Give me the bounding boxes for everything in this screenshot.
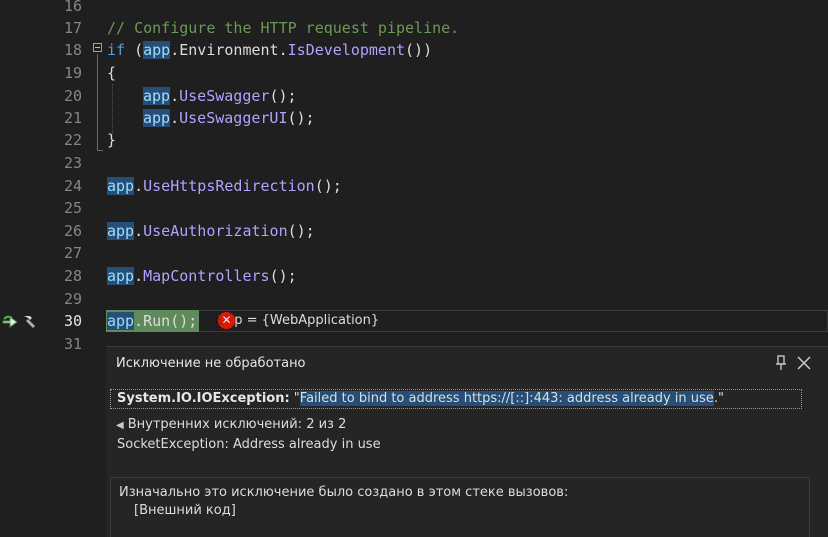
exception-popup: Исключение не обработано System.IO.IOExc… — [106, 346, 828, 537]
code-punct: ( — [125, 41, 144, 59]
code-variable-app: app — [107, 177, 135, 195]
close-icon[interactable] — [796, 355, 812, 371]
line-number: 21 — [63, 109, 82, 127]
code-punct: (); — [314, 177, 342, 195]
indent-guide — [112, 84, 113, 134]
line-number: 28 — [63, 267, 82, 285]
line-number: 24 — [63, 177, 82, 195]
exception-popup-title: Исключение не обработано — [116, 356, 306, 371]
exception-quote-open: " — [289, 391, 300, 406]
code-keyword: if — [107, 41, 126, 59]
code-line-use-swagger-ui[interactable]: app.UseSwaggerUI(); — [143, 107, 315, 129]
line-number: 17 — [63, 19, 82, 37]
code-variable-app: app — [107, 222, 135, 240]
inner-exception-text: SocketException: Address already in use — [117, 437, 381, 452]
code-punct: (); — [170, 312, 198, 330]
fold-guide-end — [97, 150, 103, 151]
code-variable-app: app — [143, 41, 171, 59]
line-number: 31 — [63, 335, 82, 353]
code-method: MapControllers — [143, 267, 270, 285]
exception-message: Failed to bind to address https://[::]:4… — [299, 391, 714, 406]
code-punct: ()) — [405, 41, 433, 59]
pin-icon[interactable] — [774, 355, 788, 371]
code-property: Environment — [179, 41, 279, 59]
line-number: 20 — [63, 87, 82, 105]
call-stack-title: Изначально это исключение было создано в… — [119, 485, 569, 500]
code-punct: (); — [269, 87, 297, 105]
code-line-brace-close[interactable]: } — [107, 129, 116, 151]
code-punct: (); — [287, 109, 315, 127]
code-punct: (); — [287, 222, 315, 240]
error-icon[interactable]: ✕ — [218, 312, 235, 329]
hammer-icon — [24, 316, 35, 328]
code-punct: . — [278, 41, 288, 59]
code-punct: . — [134, 312, 144, 330]
code-method: Run — [143, 312, 171, 330]
line-number: 19 — [63, 64, 82, 82]
call-stack-box: Изначально это исключение было создано в… — [110, 477, 810, 537]
inner-exceptions-nav[interactable]: ◀ Внутренних исключений: 2 из 2 — [116, 417, 346, 432]
current-line-highlight — [106, 310, 828, 332]
exception-quote-close: ." — [713, 391, 724, 406]
code-variable-app: app — [107, 267, 135, 285]
fold-guide — [97, 54, 98, 150]
code-punct: (); — [269, 267, 297, 285]
inner-exceptions-count: Внутренних исключений: 2 из 2 — [127, 417, 347, 432]
code-line-authorization[interactable]: app.UseAuthorization(); — [107, 220, 315, 242]
exception-message-box[interactable]: System.IO.IOException: "Failed to bind t… — [110, 389, 802, 409]
code-variable-app: app — [143, 109, 171, 127]
code-line-use-swagger[interactable]: app.UseSwagger(); — [143, 85, 297, 107]
line-number: 29 — [63, 290, 82, 308]
collapse-region-button[interactable] — [93, 43, 102, 52]
line-number: 23 — [63, 154, 82, 172]
code-line-if[interactable]: if (app.Environment.IsDevelopment()) — [107, 39, 432, 61]
code-variable-app: app — [143, 87, 171, 105]
code-punct: . — [134, 177, 144, 195]
code-line-comment[interactable]: // Configure the HTTP request pipeline. — [107, 17, 459, 39]
line-number: 18 — [63, 41, 82, 59]
exception-type: System.IO.IOException: — [117, 391, 290, 406]
code-variable-app: app — [107, 312, 135, 330]
triangle-left-icon[interactable]: ◀ — [116, 420, 124, 431]
gutter-marker — [2, 312, 38, 330]
line-number: 22 — [63, 131, 82, 149]
code-punct: . — [134, 222, 144, 240]
code-punct: . — [134, 267, 144, 285]
code-line-run[interactable]: app.Run(); — [107, 310, 197, 332]
code-method: UseHttpsRedirection — [143, 177, 315, 195]
datatip[interactable]: app = {WebApplication} — [218, 312, 379, 330]
code-line-brace-open[interactable]: { — [107, 62, 116, 84]
code-line-https-redirection[interactable]: app.UseHttpsRedirection(); — [107, 175, 342, 197]
code-method: IsDevelopment — [287, 41, 406, 59]
call-stack-item[interactable]: [Внешний код] — [134, 503, 236, 518]
code-editor[interactable]: 16 17 18 19 20 21 22 23 24 25 26 27 28 2… — [0, 0, 828, 537]
code-method: UseAuthorization — [143, 222, 288, 240]
code-punct: . — [170, 41, 180, 59]
line-number: 25 — [63, 199, 82, 217]
code-punct: . — [170, 109, 180, 127]
code-method: UseSwaggerUI — [179, 109, 288, 127]
line-number: 27 — [63, 244, 82, 262]
code-method: UseSwagger — [179, 87, 270, 105]
code-line-map-controllers[interactable]: app.MapControllers(); — [107, 265, 297, 287]
code-punct: . — [170, 87, 180, 105]
line-number-current: 30 — [63, 312, 82, 330]
line-number: 26 — [63, 222, 82, 240]
next-statement-arrow-icon — [2, 315, 18, 328]
line-number: 16 — [63, 0, 82, 15]
